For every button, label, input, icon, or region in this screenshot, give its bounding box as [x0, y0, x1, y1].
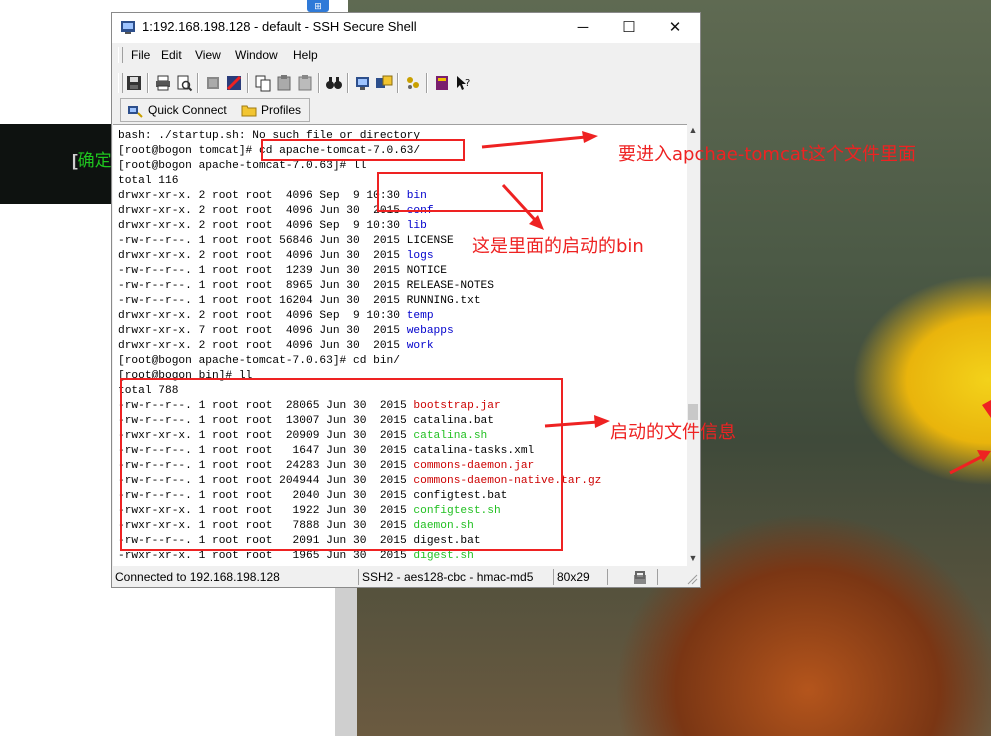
- annotation-bin-note: 这是里面的启动的bin: [472, 236, 644, 257]
- annotation-files-note: 启动的文件信息: [610, 422, 736, 443]
- annotation-enter-dir: 要进入apchae-tomcat这个文件里面: [618, 144, 916, 165]
- annotation-arrows: [481, 131, 991, 475]
